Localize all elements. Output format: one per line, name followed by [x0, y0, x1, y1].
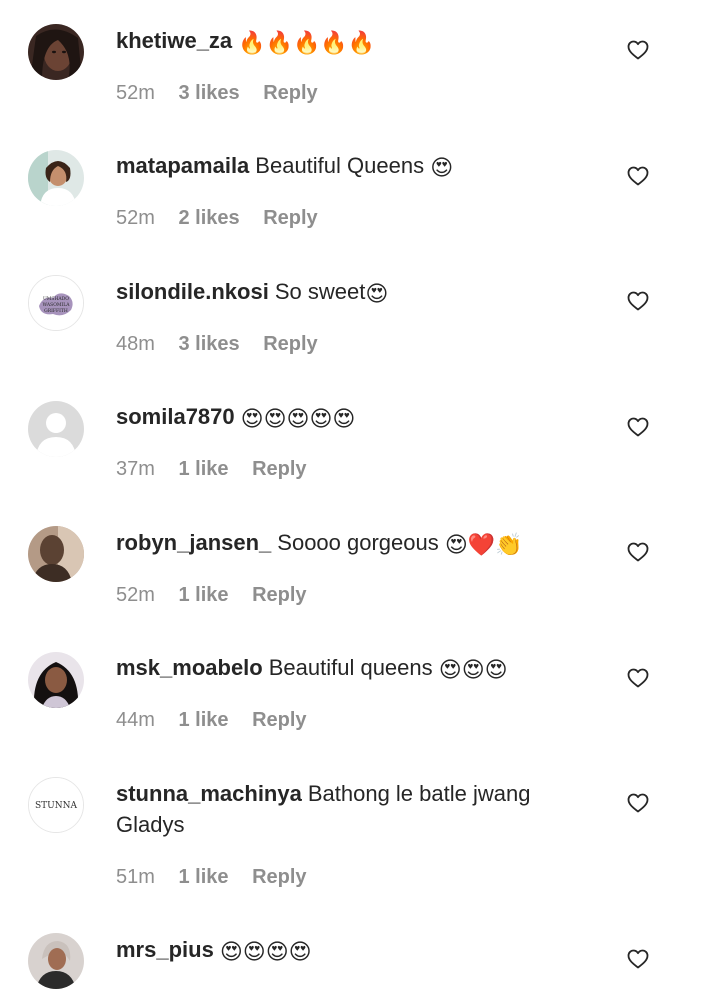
heart-eyes-emoji: 😍😍😍😍 — [219, 940, 312, 965]
avatar-logo-text: STUNNA — [35, 801, 78, 811]
comment-time: 37m — [116, 458, 155, 480]
heart-outline-icon[interactable] — [626, 791, 650, 815]
comment-username[interactable]: silondile.nkosi — [116, 279, 269, 304]
comment-username[interactable]: msk_moabelo — [116, 655, 263, 680]
reply-button[interactable]: Reply — [263, 333, 317, 355]
comment-meta: 52m 2 likes Reply — [116, 205, 336, 231]
comment-username[interactable]: khetiwe_za — [116, 28, 232, 53]
svg-text:GRIFFITH: GRIFFITH — [44, 308, 68, 314]
svg-text:WASOMILA: WASOMILA — [42, 302, 70, 308]
reply-button[interactable]: Reply — [252, 866, 306, 888]
comment-text: stunna_machinya Bathong le batle jwang Gl… — [116, 778, 586, 840]
heart-eyes-emoji: 😍😍😍 — [438, 658, 508, 683]
comment-likes[interactable]: 1 like — [178, 458, 228, 480]
comment-likes[interactable]: 1 like — [178, 709, 228, 731]
comment-body: So sweet — [274, 279, 366, 304]
comment-meta: 51m 1 like Reply — [116, 864, 325, 890]
comment-username[interactable]: mrs_pius — [116, 937, 214, 962]
comment-text: msk_moabelo Beautiful queens 😍😍😍 — [116, 652, 576, 686]
comment-text: silondile.nkosi So sweet😍 — [116, 276, 576, 310]
comment-time: 44m — [116, 709, 155, 731]
heart-eyes-heart-clap-emoji: 😍❤️👏 — [444, 533, 523, 558]
comment-meta: 52m 3 likes Reply — [116, 80, 336, 106]
comment-text: matapamaila Beautiful Queens 😍 — [116, 150, 576, 184]
comment-username[interactable]: stunna_machinya — [116, 781, 302, 806]
comment-text: somila7870 😍😍😍😍😍 — [116, 401, 576, 435]
comment-time: 52m — [116, 82, 155, 104]
comment-likes[interactable]: 3 likes — [178, 333, 239, 355]
reply-button[interactable]: Reply — [263, 82, 317, 104]
comment-body: Soooo gorgeous — [277, 530, 439, 555]
comment-username[interactable]: matapamaila — [116, 153, 249, 178]
comment-username[interactable]: somila7870 — [116, 404, 235, 429]
heart-eyes-emoji: 😍 — [430, 156, 454, 181]
heart-outline-icon[interactable] — [626, 38, 650, 62]
avatar[interactable] — [28, 652, 84, 708]
comment-username[interactable]: robyn_jansen_ — [116, 530, 271, 555]
comment-likes[interactable]: 2 likes — [178, 207, 239, 229]
avatar[interactable] — [28, 526, 84, 582]
comment-meta: 37m 1 like Reply — [116, 456, 325, 482]
avatar-logo-text: UMSHADO — [43, 296, 69, 302]
avatar[interactable] — [28, 150, 84, 206]
reply-button[interactable]: Reply — [252, 709, 306, 731]
avatar[interactable]: UMSHADO WASOMILA GRIFFITH — [28, 275, 84, 331]
heart-outline-icon[interactable] — [626, 540, 650, 564]
avatar[interactable]: STUNNA — [28, 777, 84, 833]
heart-eyes-emoji: 😍😍😍😍😍 — [240, 407, 356, 432]
reply-button[interactable]: Reply — [252, 584, 306, 606]
comment-meta: 52m 1 like Reply — [116, 582, 325, 608]
fire-emoji: 🔥🔥🔥🔥🔥 — [238, 31, 376, 56]
heart-outline-icon[interactable] — [626, 164, 650, 188]
comment-text: mrs_pius 😍😍😍😍 — [116, 934, 576, 968]
heart-eyes-emoji: 😍 — [365, 282, 389, 307]
comment-body: Beautiful Queens — [255, 153, 425, 178]
default-avatar-icon[interactable] — [28, 401, 84, 457]
comment-meta: 44m 1 like Reply — [116, 707, 325, 733]
comment-time: 51m — [116, 866, 155, 888]
comment-text: khetiwe_za 🔥🔥🔥🔥🔥 — [116, 25, 576, 59]
reply-button[interactable]: Reply — [263, 207, 317, 229]
comment-text: robyn_jansen_ Soooo gorgeous 😍❤️👏 — [116, 527, 576, 561]
comment-likes[interactable]: 3 likes — [178, 82, 239, 104]
comment-likes[interactable]: 1 like — [178, 584, 228, 606]
comment-time: 52m — [116, 584, 155, 606]
heart-outline-icon[interactable] — [626, 415, 650, 439]
avatar[interactable] — [28, 24, 84, 80]
heart-outline-icon[interactable] — [626, 289, 650, 313]
avatar[interactable] — [28, 933, 84, 989]
heart-outline-icon[interactable] — [626, 666, 650, 690]
reply-button[interactable]: Reply — [252, 458, 306, 480]
comment-body: Beautiful queens — [268, 655, 433, 680]
comment-time: 48m — [116, 333, 155, 355]
comment-likes[interactable]: 1 like — [178, 866, 228, 888]
heart-outline-icon[interactable] — [626, 947, 650, 971]
comment-time: 52m — [116, 207, 155, 229]
comment-meta: 48m 3 likes Reply — [116, 331, 336, 357]
